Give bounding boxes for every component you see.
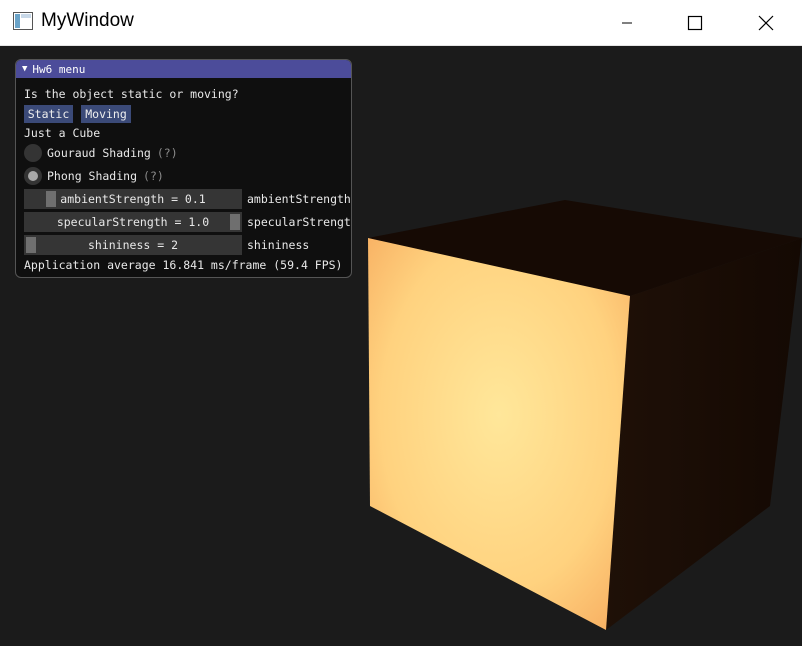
specular-strength-label: specularStrengt <box>247 215 351 229</box>
framerate-stats: Application average 16.841 ms/frame (59.… <box>24 258 343 272</box>
slider-value: shininess = 2 <box>87 238 178 252</box>
moving-button[interactable]: Moving <box>81 105 131 123</box>
specular-strength-slider[interactable]: specularStrength = 1.0 <box>24 212 242 232</box>
maximize-icon <box>687 15 703 30</box>
ambient-strength-slider[interactable]: ambientStrength = 0.1 <box>24 189 242 209</box>
cube-right-face <box>606 238 802 630</box>
static-button[interactable]: Static <box>24 105 73 123</box>
slider-value: specularStrength = 1.0 <box>56 215 210 229</box>
gouraud-help[interactable]: (?) <box>157 146 178 160</box>
title-bar[interactable]: MyWindow <box>0 0 802 46</box>
cube-front-face <box>368 238 630 630</box>
slider-value: ambientStrength = 0.1 <box>60 192 206 206</box>
panel-header[interactable]: ▼ Hw6 menu <box>16 60 351 78</box>
panel-title: Hw6 menu <box>32 62 86 76</box>
phong-help[interactable]: (?) <box>143 169 164 183</box>
shininess-slider[interactable]: shininess = 2 <box>24 235 242 255</box>
close-button[interactable] <box>743 0 789 45</box>
hw6-menu-panel[interactable]: ▼ Hw6 menu Is the object static or movin… <box>15 59 352 278</box>
minimize-icon <box>622 22 632 23</box>
gouraud-radio[interactable] <box>24 144 42 162</box>
gouraud-text: Gouraud Shading <box>47 146 151 160</box>
phong-text: Phong Shading <box>47 169 138 183</box>
window-title: MyWindow <box>41 10 134 31</box>
phong-label: Phong Shading (?) <box>47 169 164 183</box>
close-icon <box>758 15 774 30</box>
ambient-strength-label: ambientStrength <box>247 192 351 206</box>
object-label: Just a Cube <box>24 126 101 140</box>
app-window-icon <box>13 12 33 30</box>
gouraud-label: Gouraud Shading (?) <box>47 146 178 160</box>
motion-question: Is the object static or moving? <box>24 87 239 101</box>
collapse-arrow-icon[interactable]: ▼ <box>22 64 27 74</box>
minimize-button[interactable] <box>604 0 650 45</box>
shininess-label: shininess <box>247 238 310 252</box>
phong-radio[interactable] <box>24 167 42 185</box>
maximize-button[interactable] <box>672 0 718 45</box>
